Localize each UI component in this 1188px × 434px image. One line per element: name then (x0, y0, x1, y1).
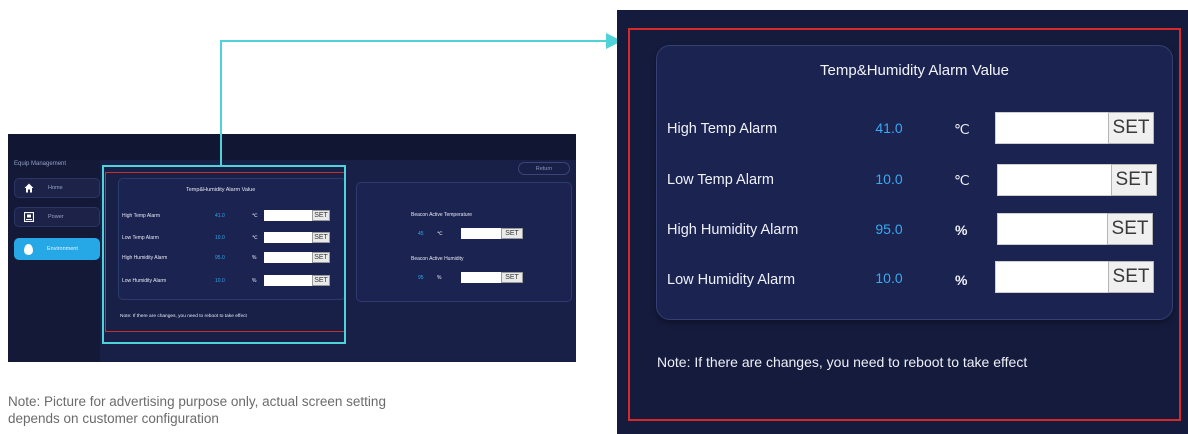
connector-line-vertical (220, 40, 222, 167)
beacon-temp-value: 45 (418, 231, 424, 237)
power-panel-icon (24, 212, 34, 222)
nav-power-label: Power (48, 214, 64, 220)
high-humidity-label-large: High Humidity Alarm (667, 222, 799, 238)
beacon-panel (356, 182, 572, 302)
beacon-humidity-title: Beacon Active Humidity (411, 256, 464, 262)
high-humidity-set-button-large[interactable]: SET (1107, 213, 1153, 245)
high-humidity-value-large: 95.0 (875, 221, 903, 237)
beacon-temp-set-button[interactable]: SET (501, 228, 523, 239)
nav-environment-label: Environment (47, 246, 78, 252)
low-temp-label-large: Low Temp Alarm (667, 172, 774, 188)
alarm-panel-title-large: Temp&Humidity Alarm Value (820, 62, 1009, 79)
high-temp-value-large: 41.0 (875, 120, 903, 136)
beacon-temp-unit: ℃ (437, 231, 443, 237)
home-icon (24, 183, 34, 193)
high-temp-input-large[interactable] (995, 112, 1109, 144)
nav-power[interactable]: Power (14, 207, 100, 227)
low-humidity-value-large: 10.0 (875, 270, 903, 286)
return-button[interactable]: Return (518, 162, 570, 175)
high-temp-label-large: High Temp Alarm (667, 121, 778, 137)
high-temp-set-button-large[interactable]: SET (1108, 112, 1154, 144)
low-temp-set-button-large[interactable]: SET (1111, 164, 1157, 196)
high-humidity-unit-large: % (955, 222, 968, 238)
beacon-temp-input[interactable] (461, 228, 501, 239)
beacon-temp-title: Beacon Active Temperature (411, 212, 473, 218)
water-drop-icon (24, 243, 33, 255)
low-temp-unit-large: ℃ (954, 172, 970, 188)
zoom-source-frame (102, 165, 346, 344)
high-humidity-input-large[interactable] (997, 213, 1108, 245)
connector-line-horizontal (220, 40, 608, 42)
nav-home[interactable]: Home (14, 178, 100, 198)
nav-environment[interactable]: Environment (14, 238, 100, 260)
zoomed-screenshot: Temp&Humidity Alarm Value High Temp Alar… (617, 10, 1188, 434)
low-humidity-set-button-large[interactable]: SET (1108, 261, 1154, 293)
sidebar-title: Equip Management (14, 161, 67, 167)
beacon-humidity-input[interactable] (461, 272, 501, 283)
reboot-note-large: Note: If there are changes, you need to … (657, 354, 1028, 370)
disclaimer-caption: Note: Picture for advertising purpose on… (8, 394, 386, 426)
beacon-humidity-value: 95 (418, 275, 424, 281)
top-band (8, 134, 576, 160)
low-humidity-unit-large: % (955, 272, 968, 288)
low-temp-value-large: 10.0 (875, 171, 903, 187)
nav-home-label: Home (48, 185, 63, 191)
low-temp-input-large[interactable] (997, 164, 1112, 196)
low-humidity-label-large: Low Humidity Alarm (667, 272, 796, 288)
high-temp-unit-large: ℃ (954, 121, 970, 137)
beacon-humidity-unit: % (437, 275, 442, 281)
beacon-humidity-set-button[interactable]: SET (501, 272, 523, 283)
low-humidity-input-large[interactable] (995, 261, 1109, 293)
